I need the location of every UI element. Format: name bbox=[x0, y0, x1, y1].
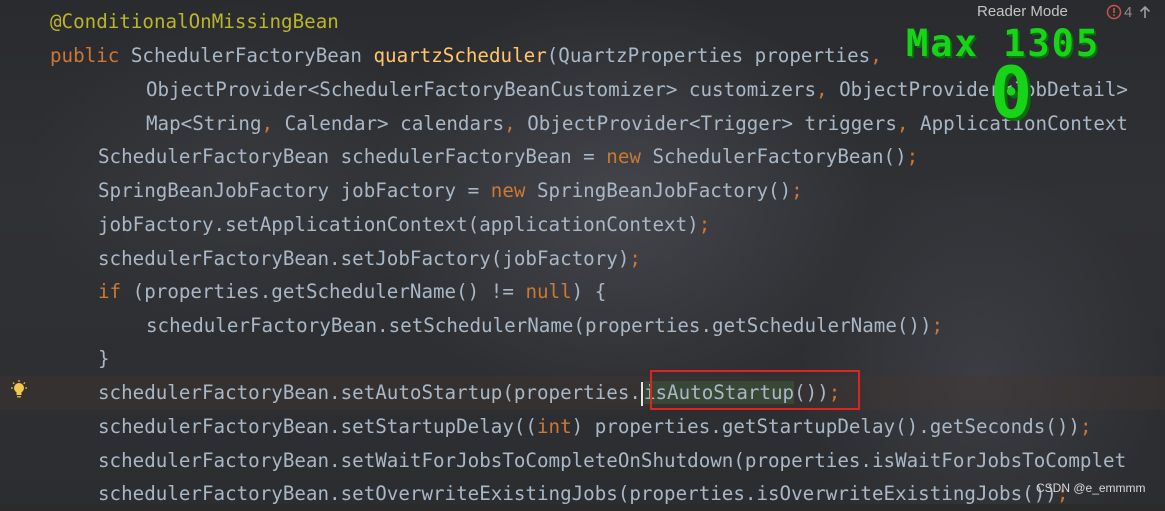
param-token: ObjectProvider<JobDetail> bbox=[827, 78, 1128, 101]
statement-token: schedulerFactoryBean.setWaitForJobsToCom… bbox=[98, 449, 1127, 472]
brace-token: } bbox=[98, 347, 110, 370]
red-highlight-box bbox=[650, 370, 860, 410]
statement-token: ) properties.getStartupDelay().getSecond… bbox=[571, 415, 1080, 438]
keyword-token: null bbox=[525, 280, 572, 303]
keyword-token: new bbox=[606, 145, 641, 168]
problems-indicator[interactable]: 4 bbox=[1106, 2, 1152, 22]
annotation-token: @ConditionalOnMissingBean bbox=[50, 10, 339, 33]
semicolon-token: ; bbox=[791, 179, 803, 202]
params-token: (QuartzProperties properties bbox=[546, 44, 871, 67]
comma-token: , bbox=[816, 78, 828, 101]
statement-token: SpringBeanJobFactory() bbox=[525, 179, 792, 202]
param-token: Calendar> calendars bbox=[273, 112, 505, 135]
code-line-10: schedulerFactoryBean.setSchedulerName(pr… bbox=[146, 309, 943, 343]
code-line-13: schedulerFactoryBean.setStartupDelay((in… bbox=[98, 410, 1092, 444]
statement-token: SchedulerFactoryBean schedulerFactoryBea… bbox=[98, 145, 607, 168]
code-line-11: } bbox=[98, 342, 110, 376]
statement-token: schedulerFactoryBean.setOverwriteExistin… bbox=[98, 482, 1057, 505]
code-line-15: schedulerFactoryBean.setOverwriteExistin… bbox=[98, 477, 1068, 511]
statement-token: SpringBeanJobFactory jobFactory = bbox=[98, 179, 491, 202]
comma-token: , bbox=[896, 112, 909, 135]
comma-token: , bbox=[870, 44, 882, 67]
reader-mode-toggle[interactable]: Reader Mode bbox=[977, 2, 1068, 22]
statement-token: SchedulerFactoryBean() bbox=[640, 145, 907, 168]
keyword-token: int bbox=[536, 415, 572, 438]
overlay-counter: 0 bbox=[990, 52, 1033, 134]
statement-token: jobFactory.setApplicationContext(applica… bbox=[98, 213, 699, 236]
watermark: CSDN @e_emmmm bbox=[1036, 481, 1146, 495]
error-icon bbox=[1106, 4, 1122, 20]
type-token: SchedulerFactoryBean bbox=[119, 44, 374, 67]
code-line-5: SchedulerFactoryBean schedulerFactoryBea… bbox=[98, 140, 918, 174]
code-line-3: ObjectProvider<SchedulerFactoryBeanCusto… bbox=[146, 73, 1128, 107]
arrow-up-icon[interactable] bbox=[1138, 5, 1152, 19]
problems-count: 4 bbox=[1124, 3, 1133, 21]
param-token: Map<String bbox=[146, 112, 262, 135]
code-line-1: @ConditionalOnMissingBean bbox=[50, 5, 339, 39]
keyword-token: public bbox=[50, 44, 120, 67]
statement-token: schedulerFactoryBean.setJobFactory(jobFa… bbox=[98, 247, 630, 270]
comma-token: , bbox=[261, 112, 274, 135]
lightbulb-icon[interactable] bbox=[10, 380, 28, 400]
semicolon-token: ; bbox=[629, 247, 641, 270]
text-cursor bbox=[640, 381, 643, 406]
code-line-12-current: schedulerFactoryBean.setAutoStartup(prop… bbox=[0, 376, 1165, 410]
code-line-4: Map<String, Calendar> calendars, ObjectP… bbox=[146, 107, 1128, 141]
semicolon-token: ; bbox=[931, 314, 944, 337]
editor-gutter bbox=[0, 0, 40, 504]
keyword-token: new bbox=[490, 179, 526, 202]
code-line-6: SpringBeanJobFactory jobFactory = new Sp… bbox=[98, 174, 803, 208]
code-line-9: if (properties.getSchedulerName() != nul… bbox=[98, 275, 606, 309]
code-line-8: schedulerFactoryBean.setJobFactory(jobFa… bbox=[98, 242, 641, 276]
statement-token: schedulerFactoryBean.setStartupDelay(( bbox=[98, 415, 537, 438]
statement-token: schedulerFactoryBean.setSchedulerName(pr… bbox=[146, 314, 932, 337]
keyword-token: if bbox=[98, 280, 122, 303]
comma-token: , bbox=[504, 112, 516, 135]
method-name-token: quartzScheduler bbox=[373, 44, 547, 67]
code-line-2: public SchedulerFactoryBean quartzSchedu… bbox=[50, 39, 882, 73]
statement-token: (properties.getSchedulerName() != bbox=[121, 280, 526, 303]
statement-token: ) { bbox=[571, 280, 607, 303]
code-line-14: schedulerFactoryBean.setWaitForJobsToCom… bbox=[98, 444, 1126, 478]
semicolon-token: ; bbox=[698, 213, 711, 236]
semicolon-token: ; bbox=[906, 145, 919, 168]
code-line-7: jobFactory.setApplicationContext(applica… bbox=[98, 208, 710, 242]
param-token: ObjectProvider<Trigger> triggers bbox=[515, 112, 897, 135]
semicolon-token: ; bbox=[1079, 415, 1092, 438]
statement-token: schedulerFactoryBean.setAutoStartup(prop… bbox=[98, 381, 641, 404]
param-token: ObjectProvider<SchedulerFactoryBeanCusto… bbox=[146, 78, 817, 101]
